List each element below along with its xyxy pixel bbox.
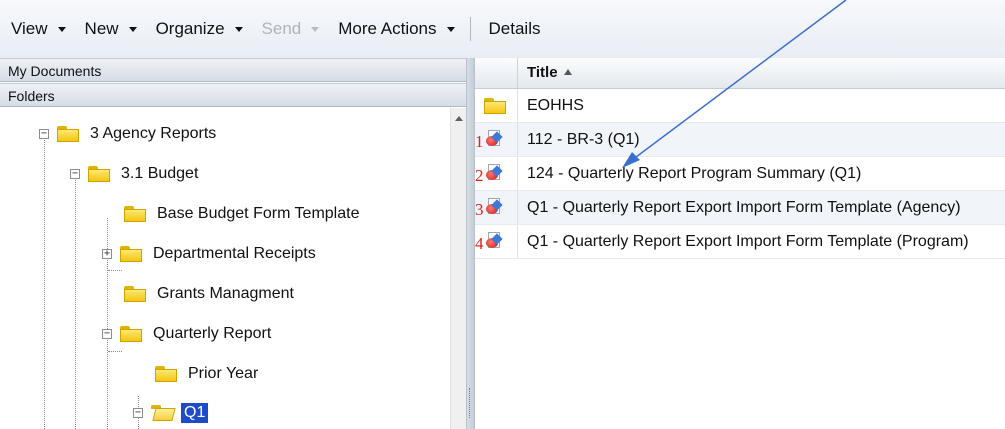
tree-node[interactable]: Grants Managment (124, 282, 297, 306)
chevron-down-icon (311, 26, 320, 32)
item-title[interactable]: Q1 - Quarterly Report Export Import Form… (527, 225, 969, 258)
list-item[interactable]: 2 124 - Quarterly Report Program Summary… (475, 157, 1005, 191)
row-number: 2 (475, 166, 484, 185)
row-number: 3 (475, 200, 484, 219)
report-icon (486, 164, 503, 182)
tree-node[interactable]: Prior Year (155, 362, 261, 386)
details-button[interactable]: Details (479, 19, 548, 39)
tree-node-label: Prior Year (188, 365, 259, 382)
folder-icon (88, 166, 110, 182)
expand-icon[interactable]: + (102, 249, 112, 259)
chevron-down-icon (234, 26, 243, 32)
grid-header: Title (475, 58, 1005, 89)
tree-node-label: 3.1 Budget (121, 165, 199, 182)
tree-node-label: Base Budget Form Template (157, 205, 360, 222)
send-menu-label: Send (261, 19, 302, 38)
organize-menu-button[interactable]: Organize (144, 19, 250, 39)
collapse-icon[interactable]: − (70, 169, 80, 179)
view-menu-label: View (11, 19, 48, 38)
splitter-grip-icon[interactable] (469, 388, 473, 418)
folder-icon (120, 326, 142, 342)
item-title[interactable]: Q1 - Quarterly Report Export Import Form… (527, 191, 961, 224)
tree-node[interactable]: − Quarterly Report (102, 322, 274, 346)
row-number: 1 (475, 132, 484, 151)
tree-connector-line (75, 180, 76, 429)
details-label: Details (488, 19, 541, 38)
folder-tree: − 3 Agency Reports − 3.1 Budget Base Bud… (0, 108, 450, 429)
chevron-down-icon (446, 26, 455, 32)
row-number: 4 (475, 234, 484, 253)
open-folder-icon (151, 405, 176, 421)
icon-column-header[interactable] (475, 58, 518, 88)
item-title[interactable]: 124 - Quarterly Report Program Summary (… (527, 157, 861, 190)
item-title[interactable]: EOHHS (527, 89, 584, 122)
sort-ascending-icon (563, 69, 572, 75)
tree-connector-line (108, 270, 122, 271)
toolbar-separator (469, 17, 471, 41)
title-column-label: Title (527, 64, 558, 81)
folders-header[interactable]: Folders (0, 83, 466, 107)
icon-cell: 2 (475, 157, 518, 190)
collapse-icon[interactable]: − (39, 129, 49, 139)
tree-node-label: Grants Managment (157, 285, 294, 302)
report-icon (486, 130, 503, 148)
tree-node[interactable]: Base Budget Form Template (124, 202, 362, 226)
new-menu-label: New (84, 19, 119, 38)
my-documents-header[interactable]: My Documents (0, 58, 466, 82)
folder-icon (120, 246, 142, 262)
tree-node-label: Quarterly Report (153, 325, 272, 342)
view-menu-button[interactable]: View (0, 19, 73, 39)
folder-icon (57, 126, 79, 142)
icon-cell: 3 (475, 191, 518, 224)
chevron-down-icon (128, 26, 137, 32)
collapse-icon[interactable]: − (102, 329, 112, 339)
collapse-icon[interactable]: − (133, 408, 143, 418)
new-menu-button[interactable]: New (73, 19, 144, 39)
document-list: Title EOHHS 1 112 - BR-3 (Q1) 2 124 - Qu… (475, 58, 1005, 429)
list-item[interactable]: 1 112 - BR-3 (Q1) (475, 123, 1005, 157)
folder-icon (124, 286, 146, 302)
tree-node-label: Departmental Receipts (153, 245, 316, 262)
icon-cell: 4 (475, 225, 518, 258)
tree-node[interactable]: − 3 Agency Reports (39, 122, 219, 146)
icon-cell: 1 (475, 123, 518, 156)
tree-connector-line (108, 351, 122, 352)
organize-menu-label: Organize (155, 19, 225, 38)
chevron-down-icon (57, 26, 66, 32)
folder-icon (155, 366, 177, 382)
tree-connector-line (44, 140, 45, 429)
folder-icon (124, 206, 146, 222)
left-pane: My Documents Folders − 3 Agency Reports … (0, 58, 466, 429)
item-title[interactable]: 112 - BR-3 (Q1) (527, 123, 640, 156)
toolbar: View New Organize Send More Actions Deta… (0, 0, 1005, 59)
more-actions-menu-button[interactable]: More Actions (326, 19, 461, 39)
list-item[interactable]: 3 Q1 - Quarterly Report Export Import Fo… (475, 191, 1005, 225)
tree-node[interactable]: − 3.1 Budget (70, 162, 201, 186)
folder-icon (484, 98, 506, 114)
tree-scrollbar[interactable] (450, 108, 467, 429)
list-item[interactable]: EOHHS (475, 89, 1005, 123)
icon-cell (475, 89, 518, 122)
more-actions-menu-label: More Actions (338, 19, 437, 38)
tree-node-label: Q1 (181, 403, 209, 423)
send-menu-button[interactable]: Send (250, 19, 327, 39)
tree-node-selected[interactable]: − Q1 (133, 401, 209, 425)
tree-node-label: 3 Agency Reports (90, 125, 217, 142)
tree-node[interactable]: + Departmental Receipts (102, 242, 319, 266)
report-icon (486, 198, 503, 216)
title-column-header[interactable]: Title (527, 58, 572, 88)
list-item[interactable]: 4 Q1 - Quarterly Report Export Import Fo… (475, 225, 1005, 259)
report-icon (486, 232, 503, 250)
pane-splitter[interactable] (466, 58, 475, 429)
scroll-up-icon[interactable] (455, 116, 463, 121)
